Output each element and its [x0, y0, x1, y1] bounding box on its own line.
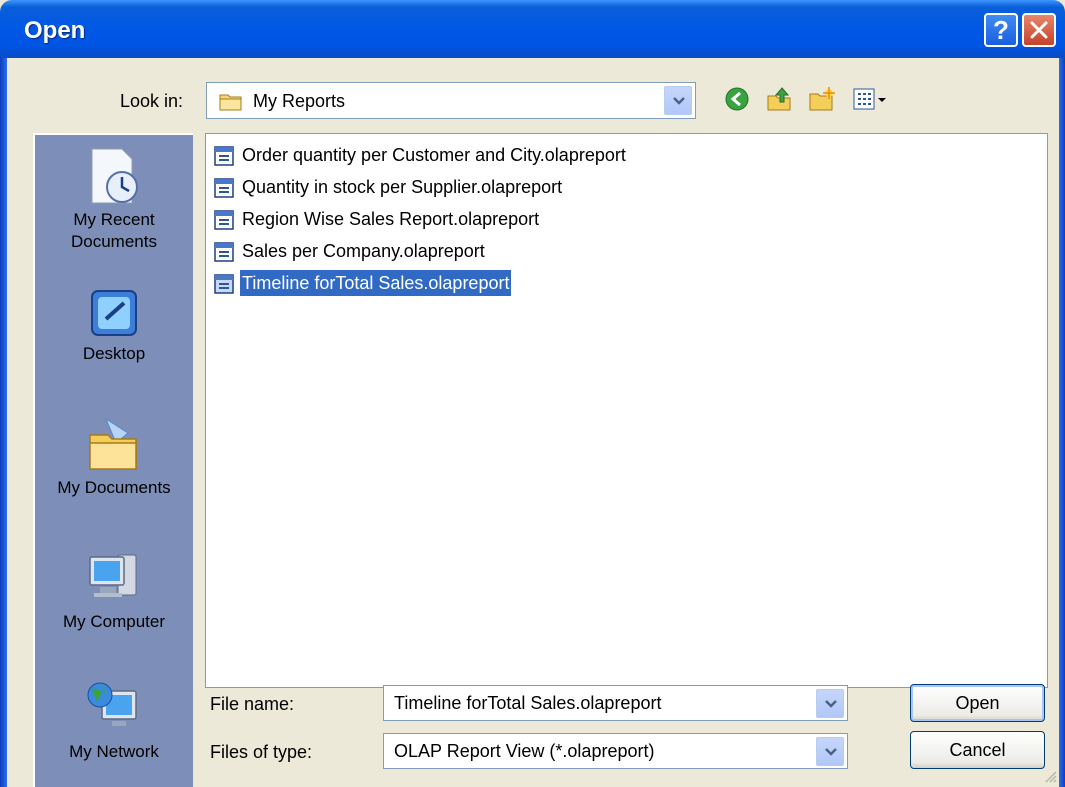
my-computer-icon — [89, 554, 137, 597]
place-recent-documents[interactable]: My Recent Documents — [35, 145, 193, 253]
place-my-documents[interactable]: My Documents — [35, 413, 193, 499]
file-name: Quantity in stock per Supplier.olaprepor… — [242, 177, 563, 197]
close-button[interactable] — [1022, 13, 1056, 47]
place-label: My Documents — [57, 478, 171, 497]
open-dialog: Open ? Look in: My Reports My Recent Doc… — [0, 0, 1065, 787]
place-label: My Network — [69, 742, 159, 761]
view-menu-icon[interactable] — [852, 86, 888, 112]
filename-label: File name: — [210, 694, 295, 714]
filename-dropdown-button[interactable] — [816, 689, 844, 718]
my-network-icon — [87, 682, 137, 726]
olap-report-file-icon — [214, 178, 234, 198]
place-label: My Recent — [73, 210, 155, 229]
window-border-right — [1059, 58, 1065, 787]
filetype-dropdown-button[interactable] — [816, 737, 844, 766]
resize-grip-icon[interactable] — [1044, 770, 1058, 784]
filename-value: Timeline forTotal Sales.olapreport — [394, 693, 662, 713]
help-button[interactable]: ? — [984, 13, 1018, 47]
file-name: Timeline forTotal Sales.olapreport — [240, 270, 512, 296]
open-button[interactable]: Open — [910, 684, 1045, 722]
filetype-label: Files of type: — [210, 742, 313, 762]
place-desktop[interactable]: Desktop — [35, 283, 193, 365]
window-title: Open — [24, 17, 86, 44]
place-my-network[interactable]: My Network — [35, 677, 193, 763]
place-label: Desktop — [82, 344, 146, 363]
olap-report-file-icon — [214, 210, 234, 230]
file-name: Region Wise Sales Report.olapreport — [242, 209, 540, 229]
cancel-button[interactable]: Cancel — [910, 731, 1045, 769]
lookin-value: My Reports — [253, 91, 346, 111]
place-my-computer[interactable]: My Computer — [35, 547, 193, 633]
close-x-icon — [1030, 21, 1048, 39]
filetype-value: OLAP Report View (*.olapreport) — [394, 741, 655, 761]
places-bar: My Recent Documents Desktop My Documents — [33, 133, 193, 787]
lookin-label: Look in: — [120, 91, 184, 111]
lookin-dropdown-button[interactable] — [664, 86, 692, 115]
my-documents-icon — [89, 417, 137, 470]
filetype-select[interactable]: OLAP Report View (*.olapreport) — [383, 733, 848, 769]
recent-documents-icon — [91, 148, 138, 204]
folder-icon — [219, 94, 242, 111]
desktop-icon — [91, 290, 137, 336]
up-folder-icon[interactable] — [766, 86, 794, 112]
file-list[interactable]: Order quantity per Customer and City.ola… — [205, 133, 1048, 688]
lookin-dropdown[interactable]: My Reports — [206, 82, 696, 119]
chevron-down-icon — [825, 700, 837, 708]
chevron-down-icon — [825, 748, 837, 756]
filename-combobox[interactable]: Timeline forTotal Sales.olapreport — [383, 685, 848, 721]
chevron-down-icon — [673, 97, 685, 105]
file-name: Sales per Company.olapreport — [242, 241, 485, 261]
olap-report-file-icon — [214, 274, 234, 294]
title-bar[interactable]: Open ? — [0, 0, 1065, 58]
new-folder-icon[interactable] — [808, 86, 836, 112]
olap-report-file-icon — [214, 146, 234, 166]
back-icon[interactable] — [724, 86, 750, 112]
place-label-line2: Documents — [71, 232, 157, 251]
window-border-left — [0, 58, 7, 787]
place-label: My Computer — [62, 612, 166, 631]
olap-report-file-icon — [214, 242, 234, 262]
file-name: Order quantity per Customer and City.ola… — [242, 145, 626, 165]
